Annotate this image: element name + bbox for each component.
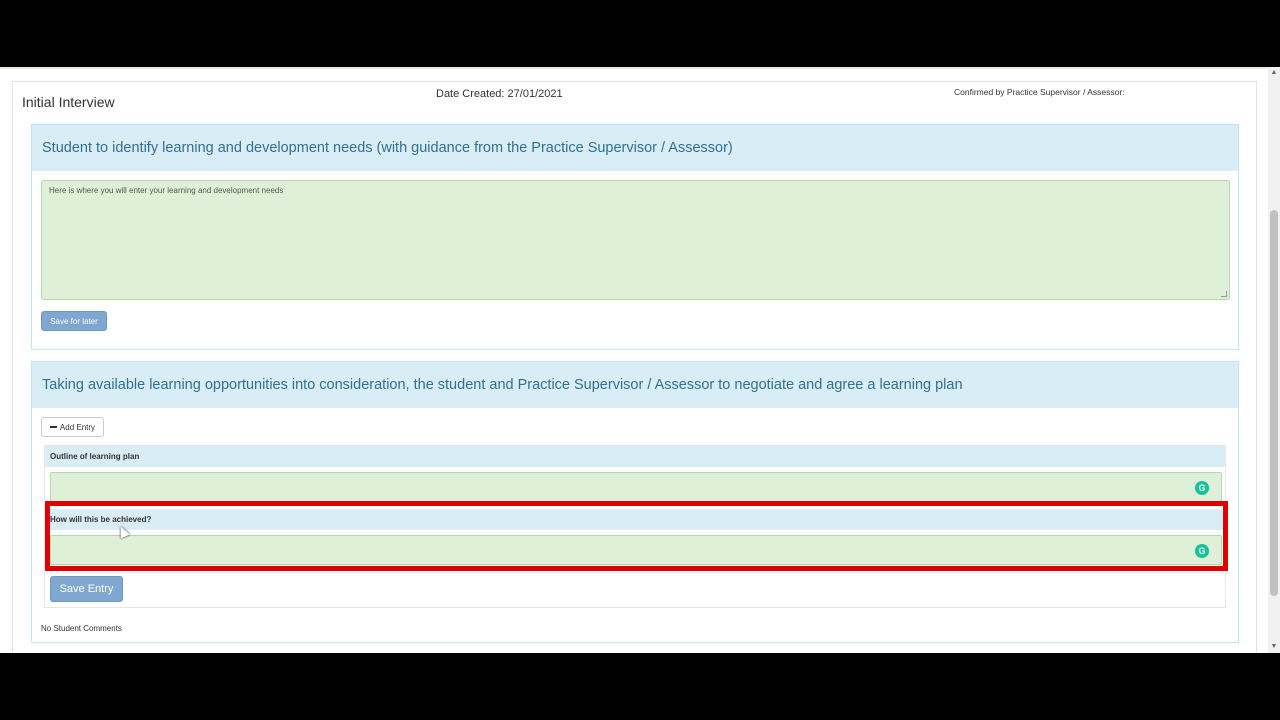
scrollbar-thumb[interactable] [1270,210,1278,596]
save-entry-button[interactable]: Save Entry [50,576,123,602]
scroll-up-arrow-icon[interactable]: ▲ [1268,67,1280,79]
textarea-placeholder: Here is where you will enter your learni… [49,186,284,195]
date-created: Date Created: 27/01/2021 [436,88,563,100]
grammarly-icon[interactable]: G [1195,544,1209,558]
add-entry-button[interactable]: Add Entry [41,417,104,437]
learning-plan-panel: Taking available learning opportunities … [31,361,1239,643]
page-viewport: Initial Interview Date Created: 27/01/20… [0,67,1280,653]
learning-needs-textarea[interactable]: Here is where you will enter your learni… [41,180,1230,300]
achieve-label: How will this be achieved? [45,509,1225,530]
page-title: Initial Interview [22,94,115,110]
grammarly-icon[interactable]: G [1195,481,1209,495]
resize-handle[interactable] [1221,291,1227,297]
achieve-input[interactable]: G [50,535,1222,565]
scroll-down-arrow-icon[interactable]: ▼ [1268,641,1280,653]
vertical-scrollbar[interactable]: ▲ ▼ [1268,67,1280,653]
minus-icon [49,426,57,428]
learning-needs-heading: Student to identify learning and develop… [32,125,1238,171]
interview-card: Initial Interview Date Created: 27/01/20… [12,81,1257,653]
outline-input[interactable]: G [50,472,1222,502]
top-divider [0,67,1268,69]
learning-plan-heading: Taking available learning opportunities … [32,362,1238,408]
add-entry-label: Add Entry [59,422,96,432]
comments-status: No Student Comments [41,624,122,633]
confirmed-by-label: Confirmed by Practice Supervisor / Asses… [954,87,1125,97]
save-for-later-button[interactable]: Save for later [41,311,107,331]
entry-form: Outline of learning plan G How will this… [44,445,1226,608]
learning-needs-panel: Student to identify learning and develop… [31,124,1239,350]
outline-label: Outline of learning plan [45,446,1225,467]
